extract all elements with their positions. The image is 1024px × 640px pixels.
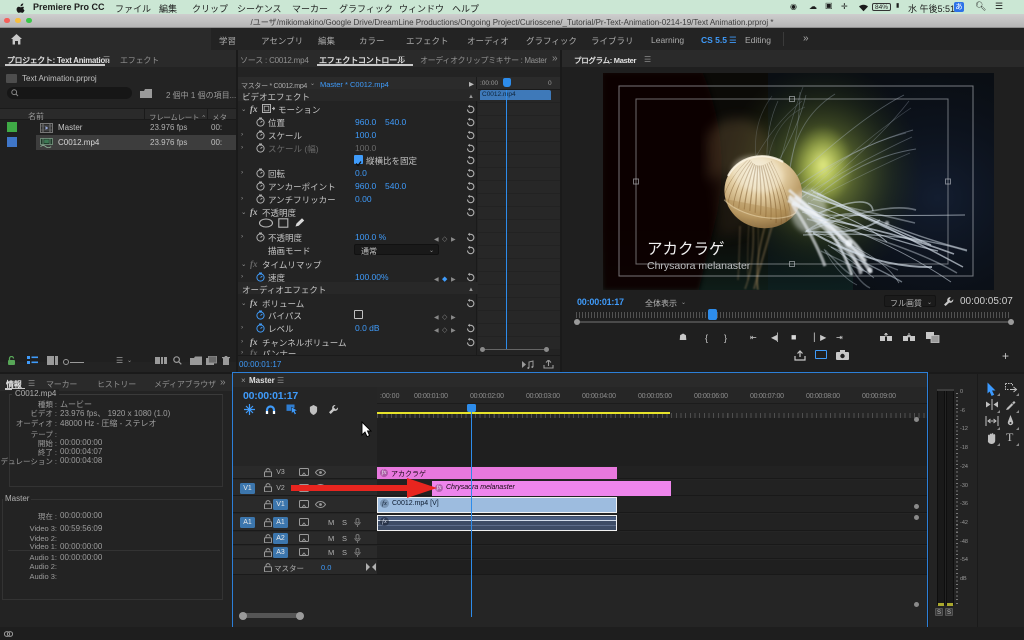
svg-text:Chrysaora melanaster: Chrysaora melanaster (647, 260, 751, 272)
svg-text:アカクラゲ: アカクラゲ (647, 240, 725, 258)
